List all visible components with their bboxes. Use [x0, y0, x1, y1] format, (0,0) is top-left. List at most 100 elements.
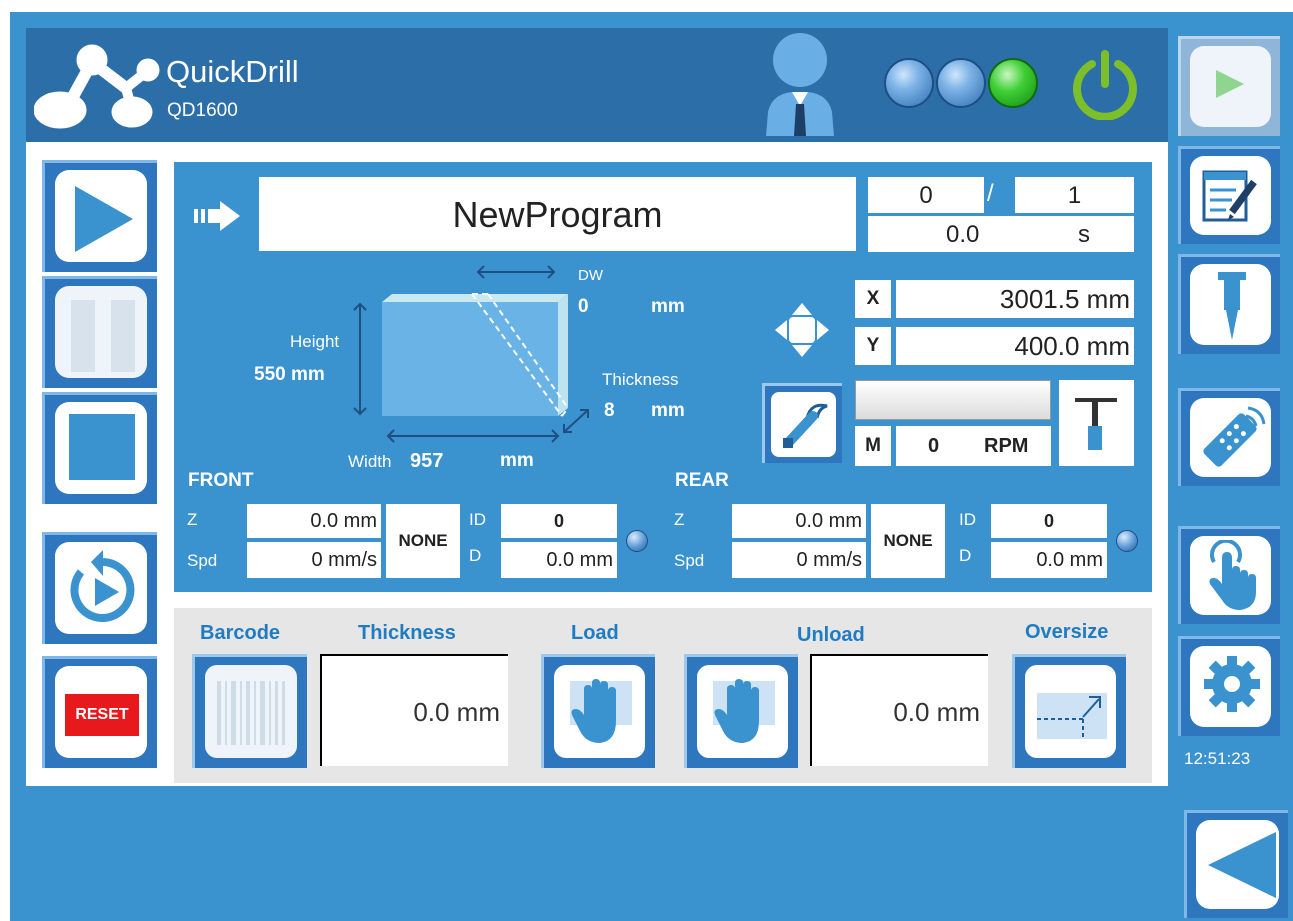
oversize-icon	[1037, 693, 1107, 739]
motor-label: M	[855, 426, 891, 466]
front-spd-label: Spd	[187, 551, 218, 570]
touch-icon	[1209, 540, 1256, 610]
unload-hand-icon	[713, 679, 775, 743]
pause-icon	[71, 300, 135, 372]
cycle-time-unit: s	[1078, 221, 1090, 248]
run-icon	[1216, 70, 1244, 98]
y-position: 400.0 mm	[896, 327, 1134, 365]
drill-bit-icon	[1218, 272, 1246, 340]
app-model: QD1600	[167, 100, 238, 121]
remote-control-button[interactable]	[1178, 388, 1280, 486]
spindle-progress-bar	[855, 380, 1051, 420]
rear-title: REAR	[675, 470, 729, 491]
drill-tool-button[interactable]	[1059, 380, 1134, 466]
reset-button[interactable]: RESET	[42, 656, 157, 768]
pause-button[interactable]	[42, 276, 157, 388]
app-title: QuickDrill	[166, 54, 299, 89]
status-lamp-3	[988, 58, 1038, 108]
front-z-value: 0.0 mm	[247, 504, 381, 538]
unload-value: 0.0 mm	[810, 654, 988, 766]
back-icon	[1208, 832, 1276, 898]
motor-speed-unit: RPM	[984, 435, 1029, 457]
stop-icon	[69, 414, 135, 480]
front-d-value: 0.0 mm	[501, 542, 617, 578]
front-status-indicator	[626, 530, 648, 552]
edit-program-icon	[1202, 170, 1257, 222]
play-icon	[75, 186, 133, 252]
manual-tool-button[interactable]	[762, 383, 842, 463]
rear-d-label: D	[959, 546, 972, 565]
rear-status-indicator	[1116, 530, 1138, 552]
dw-value: 0	[578, 296, 589, 317]
status-lamp-1	[884, 58, 934, 108]
barcode-icon	[217, 681, 285, 745]
barcode-button[interactable]	[192, 654, 307, 768]
status-lamp-2	[936, 58, 986, 108]
cycle-restart-button[interactable]	[42, 532, 157, 644]
touch-button[interactable]	[1178, 526, 1280, 624]
unload-label: Unload	[797, 624, 865, 646]
height-label: Height	[290, 332, 340, 351]
molecule-logo-icon	[34, 44, 160, 129]
front-tool[interactable]: NONE	[386, 504, 460, 578]
unload-button[interactable]	[684, 654, 798, 768]
dw-unit: mm	[651, 296, 685, 317]
tool-hand-icon	[783, 403, 828, 448]
rear-id-label: ID	[959, 510, 976, 529]
oversize-button[interactable]	[1012, 654, 1126, 768]
bottom-thickness-label: Thickness	[358, 622, 456, 644]
thickness-value: 8	[604, 400, 615, 421]
rear-spd-label: Spd	[674, 551, 705, 570]
front-id-value: 0	[501, 504, 617, 538]
rear-d-value: 0.0 mm	[991, 542, 1107, 578]
cycle-time: 0.0 s	[868, 216, 1134, 252]
load-hand-icon	[570, 679, 632, 743]
load-label: Load	[571, 622, 619, 644]
drill-tool-icon	[1075, 398, 1117, 450]
rear-z-label: Z	[674, 510, 685, 529]
measured-thickness: 0.0 mm	[320, 654, 508, 766]
piece-count-total: 1	[1015, 177, 1134, 213]
reset-icon: RESET	[65, 694, 139, 736]
front-z-label: Z	[187, 510, 198, 529]
motor-speed: 0 RPM	[896, 426, 1051, 466]
settings-icon	[1204, 656, 1260, 712]
width-unit: mm	[500, 450, 534, 471]
program-arrow-icon	[194, 201, 240, 231]
rear-z-value: 0.0 mm	[732, 504, 866, 538]
motor-speed-value: 0	[928, 435, 940, 457]
glass-diagram	[353, 265, 589, 443]
rear-id-value: 0	[991, 504, 1107, 538]
thickness-label: Thickness	[602, 370, 679, 389]
piece-count-current: 0	[868, 177, 984, 213]
front-spd-value: 0 mm/s	[247, 542, 381, 578]
y-axis-label: Y	[855, 327, 891, 365]
power-icon[interactable]	[1070, 50, 1140, 120]
dw-label: DW	[578, 267, 603, 284]
barcode-label: Barcode	[200, 622, 281, 644]
width-value: 957	[410, 450, 444, 472]
edit-program-button[interactable]	[1178, 146, 1280, 244]
front-title: FRONT	[188, 470, 254, 491]
move-arrows-icon[interactable]	[775, 303, 829, 357]
run-button[interactable]	[1178, 36, 1280, 136]
user-icon[interactable]	[762, 32, 838, 136]
width-label: Width	[348, 452, 392, 471]
x-axis-label: X	[855, 280, 891, 318]
count-separator: /	[987, 180, 994, 207]
oversize-label: Oversize	[1025, 621, 1109, 643]
x-position: 3001.5 mm	[896, 280, 1134, 318]
thickness-unit: mm	[651, 400, 685, 421]
stop-button[interactable]	[42, 392, 157, 504]
settings-button[interactable]	[1178, 636, 1280, 736]
start-button[interactable]	[42, 160, 157, 272]
rear-spd-value: 0 mm/s	[732, 542, 866, 578]
load-button[interactable]	[541, 654, 655, 768]
clock: 12:51:23	[1184, 749, 1251, 768]
height-value: 550 mm	[254, 364, 325, 385]
rear-tool[interactable]: NONE	[871, 504, 945, 578]
back-button[interactable]	[1184, 810, 1288, 918]
front-d-label: D	[469, 546, 482, 565]
drill-bit-button[interactable]	[1178, 254, 1280, 354]
program-name[interactable]: NewProgram	[259, 177, 856, 251]
